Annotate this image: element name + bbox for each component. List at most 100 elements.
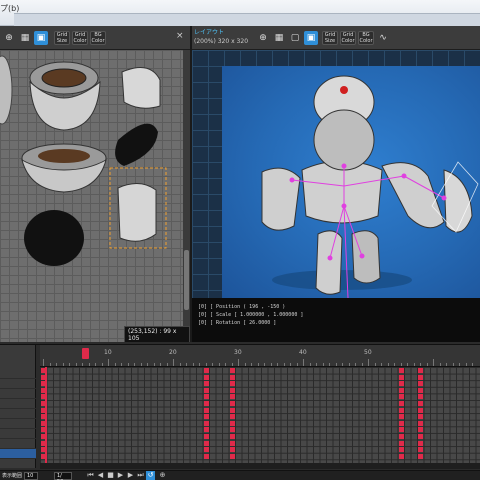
keyframe[interactable] [229,394,235,400]
track-row[interactable] [0,429,36,439]
next-frame-icon[interactable]: ▶ [126,471,135,480]
zoom-icon[interactable]: ⊕ [158,471,167,480]
keyframe[interactable] [203,374,209,380]
keyframe[interactable] [203,394,209,400]
prev-frame-icon[interactable]: ◀ [96,471,105,480]
grid-size-button[interactable]: Grid Size [322,31,338,45]
keyframe[interactable] [398,434,404,439]
keyframe[interactable] [418,374,423,380]
track-row[interactable] [0,459,36,469]
first-frame-icon[interactable]: ⏮ [86,471,95,480]
grid-color-button[interactable]: Grid Color [340,31,356,45]
keyframe[interactable] [418,401,423,406]
keyframe[interactable] [398,368,404,373]
keyframe[interactable] [398,414,404,420]
grid-color-button[interactable]: Grid Color [72,31,88,45]
grid-size-button[interactable]: Grid Size [54,31,70,45]
keyframe[interactable] [203,401,209,406]
keyframe[interactable] [398,401,404,406]
keyframe[interactable] [203,427,209,433]
keyframe[interactable] [398,440,404,446]
select-icon[interactable]: ▣ [304,31,318,45]
track-row[interactable] [0,439,36,449]
keyframe[interactable] [229,440,235,446]
keyframe[interactable] [418,447,423,453]
keyframe[interactable] [418,394,423,400]
playhead-marker[interactable] [82,348,89,359]
frame-icon[interactable]: ▢ [288,31,302,45]
keyframe[interactable] [229,407,235,413]
keyframe[interactable] [203,381,209,387]
keyframe[interactable] [418,440,423,446]
bg-color-button[interactable]: BG Color [90,31,106,45]
keyframe[interactable] [203,447,209,453]
keyframe[interactable] [398,427,404,433]
frame-start-field[interactable]: 10 [24,472,38,480]
keyframe[interactable] [418,434,423,439]
keyframe[interactable] [203,368,209,373]
texture-atlas-panel[interactable]: (253,152) : 99 x 105 [0,50,190,342]
keyframe[interactable] [229,414,235,420]
zoom-icon[interactable]: ⊕ [256,31,270,45]
keyframe[interactable] [398,453,404,459]
keyframe[interactable] [229,401,235,406]
bg-color-button[interactable]: BG Color [358,31,374,45]
track-row[interactable] [0,369,36,379]
keyframe[interactable] [229,381,235,387]
close-icon[interactable]: × [176,31,184,41]
keyframe[interactable] [398,381,404,387]
keyframe[interactable] [418,427,423,433]
keyframe[interactable] [203,407,209,413]
bone-icon[interactable]: ∿ [376,31,390,45]
keyframe[interactable] [229,434,235,439]
atlas-scroll-thumb[interactable] [184,250,189,310]
select-icon[interactable]: ▣ [34,31,48,45]
keyframe[interactable] [418,387,423,393]
keyframe[interactable] [418,453,423,459]
keyframe[interactable] [229,427,235,433]
keyframe[interactable] [203,414,209,420]
keyframe[interactable] [203,434,209,439]
layout-canvas[interactable] [222,66,480,298]
keyframe[interactable] [418,407,423,413]
keyframe[interactable] [398,387,404,393]
keyframe[interactable] [203,453,209,459]
keyframe-grid[interactable] [40,367,480,463]
keyframe[interactable] [418,381,423,387]
keyframe[interactable] [203,420,209,426]
frame-end-field[interactable]: 1/ 50 [54,472,72,480]
keyframe[interactable] [398,420,404,426]
loop-icon[interactable]: ↺ [146,471,155,480]
ruler-tick [420,363,421,366]
track-row[interactable] [0,389,36,399]
timeline-ruler[interactable]: 10 20 30 40 50 [40,345,480,367]
keyframe[interactable] [229,453,235,459]
keyframe[interactable] [203,387,209,393]
keyframe[interactable] [418,414,423,420]
keyframe[interactable] [229,374,235,380]
grid-icon[interactable]: ▦ [272,31,286,45]
grid-icon[interactable]: ▦ [18,31,32,45]
keyframe[interactable] [229,368,235,373]
keyframe[interactable] [203,440,209,446]
track-row[interactable] [0,379,36,389]
track-row[interactable] [0,419,36,429]
keyframe[interactable] [229,420,235,426]
keyframe[interactable] [418,368,423,373]
keyframe[interactable] [398,407,404,413]
keyframe[interactable] [418,420,423,426]
keyframe[interactable] [398,394,404,400]
zoom-icon[interactable]: ⊕ [2,31,16,45]
play-icon[interactable]: ▶ [116,471,125,480]
keyframe[interactable] [398,374,404,380]
track-row[interactable] [0,409,36,419]
track-row[interactable] [0,449,36,459]
timeline-scrollbar[interactable] [40,463,480,469]
stop-icon[interactable]: ■ [106,471,115,480]
last-frame-icon[interactable]: ⏭ [136,471,145,480]
track-row[interactable] [0,399,36,409]
layout-viewport[interactable] [192,50,480,298]
keyframe[interactable] [398,447,404,453]
keyframe[interactable] [229,387,235,393]
keyframe[interactable] [229,447,235,453]
